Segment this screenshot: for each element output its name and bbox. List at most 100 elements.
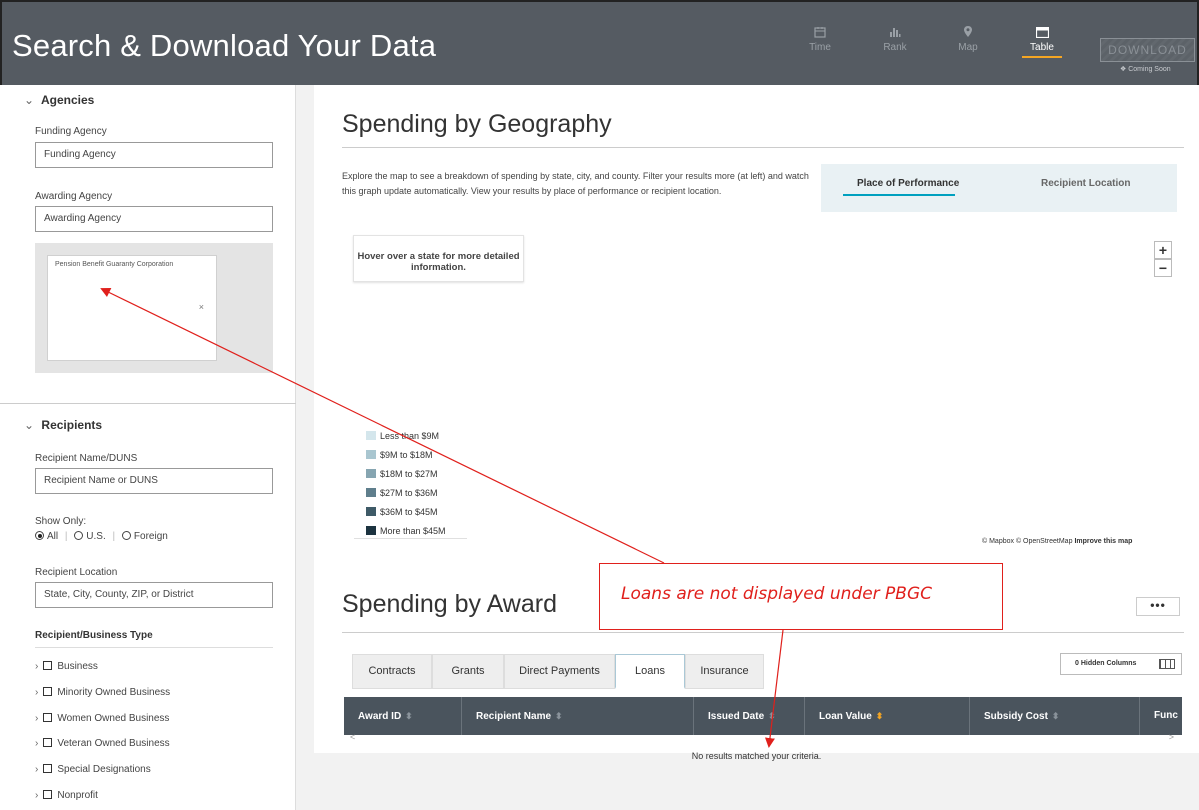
zoom-in-button[interactable]: + — [1154, 241, 1172, 259]
chevron-right-icon: › — [35, 738, 39, 749]
recipient-name-label: Recipient Name/DUNS — [35, 453, 138, 464]
checkbox[interactable] — [43, 738, 53, 747]
view-rank-button[interactable]: Rank — [875, 24, 915, 53]
chevron-down-icon: ⌄ — [24, 418, 35, 432]
chevron-down-icon: ⌄ — [24, 93, 35, 107]
radio-all[interactable]: All — [35, 531, 58, 542]
business-type-item[interactable]: › Nonprofit — [35, 790, 98, 801]
recipients-section-toggle[interactable]: ⌄ Recipients — [24, 418, 102, 432]
checkbox[interactable] — [43, 790, 53, 799]
chevron-right-icon: › — [35, 764, 39, 775]
bar-chart-icon — [875, 24, 915, 42]
view-rank-label: Rank — [883, 42, 907, 53]
column-recipient-name[interactable]: Recipient Name ⬍ — [462, 697, 694, 735]
tab-place-of-performance[interactable]: Place of Performance — [843, 178, 959, 196]
legend-swatch — [366, 526, 376, 535]
tab-contracts[interactable]: Contracts — [352, 654, 432, 689]
title-rule — [342, 147, 1184, 148]
coming-soon-note: ❖ Coming Soon — [1120, 66, 1171, 73]
scroll-right-arrow[interactable]: > — [1169, 732, 1174, 742]
page-header: Search & Download Your Data Time Rank Ma… — [0, 0, 1199, 85]
annotation-text: Loans are not displayed under PBGC — [621, 584, 933, 604]
sort-active-icon: ⬍ — [875, 711, 884, 721]
annotation-callout: Loans are not displayed under PBGC — [599, 563, 1003, 630]
table-horizontal-scrollbar[interactable]: < > — [344, 732, 1182, 743]
view-time-label: Time — [809, 42, 831, 53]
selected-agency-name: Pension Benefit Guaranty Corporation — [55, 261, 174, 268]
geography-title: Spending by Geography — [342, 110, 612, 138]
view-time-button[interactable]: Time — [800, 24, 840, 53]
empty-results-message: No results matched your criteria. — [691, 751, 822, 761]
checkbox[interactable] — [43, 764, 53, 773]
table-icon — [1022, 24, 1062, 42]
hidden-columns-button[interactable]: 0 Hidden Columns — [1060, 653, 1182, 675]
legend-item: More than $45M — [354, 522, 467, 541]
view-map-button[interactable]: Map — [948, 24, 988, 53]
business-type-item[interactable]: › Minority Owned Business — [35, 687, 170, 698]
radio-foreign[interactable]: Foreign — [121, 531, 168, 542]
checkbox[interactable] — [43, 713, 53, 722]
chevron-right-icon: › — [35, 713, 39, 724]
selected-agencies-box: Pension Benefit Guaranty Corporation × — [35, 243, 273, 373]
map-pin-icon — [948, 24, 988, 42]
recipient-location-label: Recipient Location — [35, 567, 118, 578]
columns-icon — [1159, 659, 1175, 669]
business-type-item[interactable]: › Women Owned Business — [35, 713, 169, 724]
tab-direct-payments[interactable]: Direct Payments — [504, 654, 615, 689]
legend-swatch — [366, 450, 376, 459]
legend-swatch — [366, 507, 376, 516]
legend-swatch — [366, 469, 376, 478]
location-type-tabs: Place of Performance Recipient Location — [821, 164, 1177, 212]
title-rule — [342, 632, 1184, 633]
column-subsidy-cost[interactable]: Subsidy Cost ⬍ — [970, 697, 1140, 735]
awarding-agency-input[interactable]: Awarding Agency — [35, 206, 273, 232]
sort-icon: ⬍ — [555, 711, 563, 721]
tab-loans[interactable]: Loans — [615, 654, 685, 689]
selected-agency-tag: Pension Benefit Guaranty Corporation × — [47, 255, 217, 361]
chevron-right-icon: › — [35, 687, 39, 698]
agencies-section-toggle[interactable]: ⌄ Agencies — [24, 93, 94, 107]
business-type-item[interactable]: › Business — [35, 661, 98, 672]
checkbox[interactable] — [43, 687, 53, 696]
column-loan-value[interactable]: Loan Value ⬍ — [805, 697, 970, 735]
more-options-button[interactable]: ••• — [1136, 597, 1180, 616]
column-funding[interactable]: Func — [1140, 697, 1182, 735]
view-table-label: Table — [1030, 42, 1054, 53]
scroll-left-arrow[interactable]: < — [350, 732, 355, 742]
view-map-label: Map — [958, 42, 978, 53]
tab-grants[interactable]: Grants — [432, 654, 504, 689]
tab-recipient-location[interactable]: Recipient Location — [1041, 178, 1130, 189]
legend-item: Less than $9M — [354, 427, 467, 446]
calendar-icon — [800, 24, 840, 42]
legend-item: $36M to $45M — [354, 503, 467, 522]
zoom-out-button[interactable]: − — [1154, 259, 1172, 277]
business-type-item[interactable]: › Veteran Owned Business — [35, 738, 170, 749]
business-type-heading: Recipient/Business Type — [35, 630, 153, 641]
show-only-label: Show Only: — [35, 516, 87, 527]
column-award-id[interactable]: Award ID ⬍ — [344, 697, 462, 735]
funding-agency-label: Funding Agency — [35, 126, 107, 137]
legend-item: $9M to $18M — [354, 446, 467, 465]
radio-icon — [74, 531, 84, 540]
results-area: Spending by Geography Explore the map to… — [296, 85, 1199, 810]
recipient-location-input[interactable]: State, City, County, ZIP, or District — [35, 582, 273, 608]
legend-swatch — [366, 431, 376, 440]
results-panel: Spending by Geography Explore the map to… — [314, 85, 1199, 761]
map-legend: Less than $9M $9M to $18M $18M to $27M $… — [354, 421, 467, 539]
view-table-button[interactable]: Table — [1022, 24, 1062, 58]
sort-icon: ⬍ — [1051, 711, 1060, 721]
download-button[interactable]: DOWNLOAD — [1100, 38, 1195, 62]
business-type-item[interactable]: › Special Designations — [35, 764, 151, 775]
column-issued-date[interactable]: Issued Date ⬍ — [694, 697, 805, 735]
tab-insurance[interactable]: Insurance — [685, 654, 764, 689]
remove-agency-button[interactable]: × — [199, 302, 204, 312]
funding-agency-input[interactable]: Funding Agency — [35, 142, 273, 168]
checkbox[interactable] — [43, 661, 53, 670]
chevron-right-icon: › — [35, 790, 39, 801]
recipient-name-input[interactable]: Recipient Name or DUNS — [35, 468, 273, 494]
radio-checked-icon — [35, 531, 44, 540]
radio-us[interactable]: U.S. — [74, 531, 106, 542]
map-attribution: © Mapbox © OpenStreetMap Improve this ma… — [982, 538, 1133, 545]
page-title: Search & Download Your Data — [12, 28, 437, 63]
improve-map-link[interactable]: Improve this map — [1074, 538, 1132, 545]
